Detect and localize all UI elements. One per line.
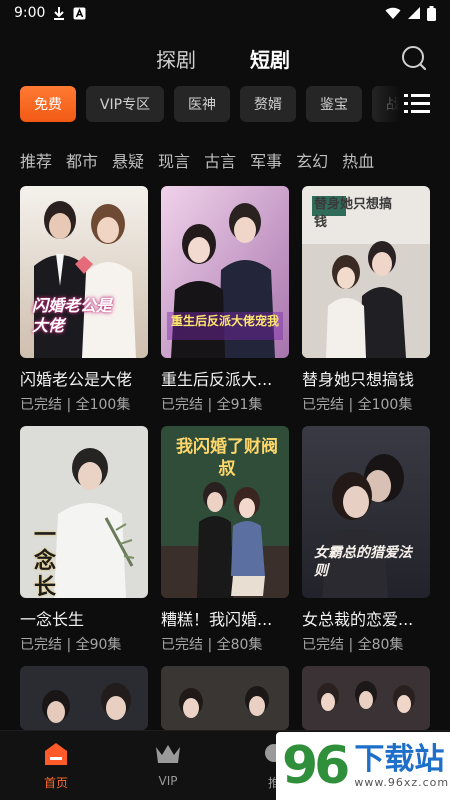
nav-vip-label: VIP xyxy=(158,774,178,788)
chip-doctor[interactable]: 医神 xyxy=(174,86,230,122)
chip-vip[interactable]: VIP专区 xyxy=(86,86,164,122)
poster-title: 替身她只想搞钱 xyxy=(314,197,393,230)
download-icon xyxy=(54,7,65,20)
drama-poster: 闪婚老公是大佬 xyxy=(20,186,148,358)
drama-card[interactable]: 替身她只想搞钱 替身她只想搞钱 已完结 | 全100集 xyxy=(302,186,430,414)
poster-title: 重生后反派大佬宠我 xyxy=(170,314,279,328)
poster-title: 我闪婚了财阀叔 xyxy=(176,437,278,479)
list-menu-icon xyxy=(404,94,430,113)
drama-status: 已完结 | 全91集 xyxy=(161,397,263,413)
drama-title: 一念长生 xyxy=(20,610,85,629)
status-time: 9:00 xyxy=(14,5,46,21)
genre-fantasy[interactable]: 玄幻 xyxy=(296,148,328,174)
drama-poster xyxy=(20,666,148,730)
poster-title: 闪婚老公是大佬 xyxy=(32,296,113,335)
drama-card[interactable] xyxy=(161,666,289,730)
drama-title: 闪婚老公是大佬 xyxy=(20,370,133,389)
crown-icon xyxy=(156,745,180,763)
genre-filter-row: 推荐 都市 悬疑 现言 古言 军事 玄幻 热血 xyxy=(20,148,450,174)
nav-home[interactable]: 首页 xyxy=(26,741,86,791)
poster-title: 一念长生 xyxy=(34,522,57,598)
home-icon xyxy=(45,743,67,765)
drama-poster xyxy=(161,666,289,730)
chip-treasure[interactable]: 鉴宝 xyxy=(306,86,362,122)
genre-suspense[interactable]: 悬疑 xyxy=(112,148,144,174)
drama-title: 重生后反派大... xyxy=(161,370,273,389)
drama-status: 已完结 | 全90集 xyxy=(20,637,122,653)
tab-explore[interactable]: 探剧 xyxy=(156,44,196,73)
drama-title: 替身她只想搞钱 xyxy=(302,370,415,389)
drama-status: 已完结 | 全100集 xyxy=(20,397,131,413)
genre-recommend[interactable]: 推荐 xyxy=(20,148,52,174)
drama-card[interactable]: 重生后反派大佬宠我 重生后反派大... 已完结 | 全91集 xyxy=(161,186,289,414)
drama-poster: 我闪婚了财阀叔 xyxy=(161,426,289,598)
watermark-url: www.96xz.com xyxy=(354,776,450,789)
nav-home-label: 首页 xyxy=(43,776,68,790)
tab-short-drama[interactable]: 短剧 xyxy=(250,44,290,73)
top-tabs: 探剧 短剧 xyxy=(0,44,450,78)
drama-card[interactable] xyxy=(20,666,148,730)
drama-card[interactable]: 一念长生 一念长生 已完结 | 全90集 xyxy=(20,426,148,654)
genre-ancient-romance[interactable]: 古言 xyxy=(204,148,236,174)
a-box-icon xyxy=(73,7,86,19)
genre-military[interactable]: 军事 xyxy=(250,148,282,174)
chip-free[interactable]: 免费 xyxy=(20,86,76,122)
battery-icon xyxy=(427,5,436,21)
signal-icon xyxy=(408,7,420,19)
drama-status: 已完结 | 全100集 xyxy=(302,397,413,413)
category-chips: 免费 VIP专区 医神 赘婿 鉴宝 战神 xyxy=(20,86,400,124)
drama-card[interactable]: 闪婚老公是大佬 闪婚老公是大佬 已完结 | 全100集 xyxy=(20,186,148,414)
watermark-number: 96 xyxy=(282,736,350,796)
genre-urban[interactable]: 都市 xyxy=(66,148,98,174)
watermark-text: 下载站 xyxy=(354,742,445,777)
drama-title: 糟糕！我闪婚... xyxy=(161,610,273,629)
drama-poster: 女霸总的猎爱法则 xyxy=(302,426,430,598)
wifi-icon xyxy=(385,7,401,19)
drama-status: 已完结 | 全80集 xyxy=(161,637,263,653)
chip-son-in-law[interactable]: 赘婿 xyxy=(240,86,296,122)
nav-vip[interactable]: VIP xyxy=(138,741,198,788)
genre-modern-romance[interactable]: 现言 xyxy=(158,148,190,174)
search-icon xyxy=(402,46,427,71)
chip-fade xyxy=(370,86,400,124)
site-watermark: 96 下载站 www.96xz.com xyxy=(276,732,450,800)
drama-poster: 替身她只想搞钱 xyxy=(302,186,430,358)
drama-title: 女总裁的恋爱... xyxy=(302,610,414,629)
drama-status: 已完结 | 全80集 xyxy=(302,637,404,653)
status-bar: 9:00 xyxy=(0,0,450,26)
genre-action[interactable]: 热血 xyxy=(342,148,374,174)
drama-poster xyxy=(302,666,430,730)
drama-card[interactable]: 女霸总的猎爱法则 女总裁的恋爱... 已完结 | 全80集 xyxy=(302,426,430,654)
drama-card[interactable] xyxy=(302,666,430,730)
drama-poster: 一念长生 xyxy=(20,426,148,598)
drama-card[interactable]: 我闪婚了财阀叔 糟糕！我闪婚... 已完结 | 全80集 xyxy=(161,426,289,654)
drama-poster: 重生后反派大佬宠我 xyxy=(161,186,289,358)
poster-title: 女霸总的猎爱法则 xyxy=(314,545,412,579)
category-menu-button[interactable] xyxy=(404,92,430,116)
search-button[interactable] xyxy=(400,44,428,72)
